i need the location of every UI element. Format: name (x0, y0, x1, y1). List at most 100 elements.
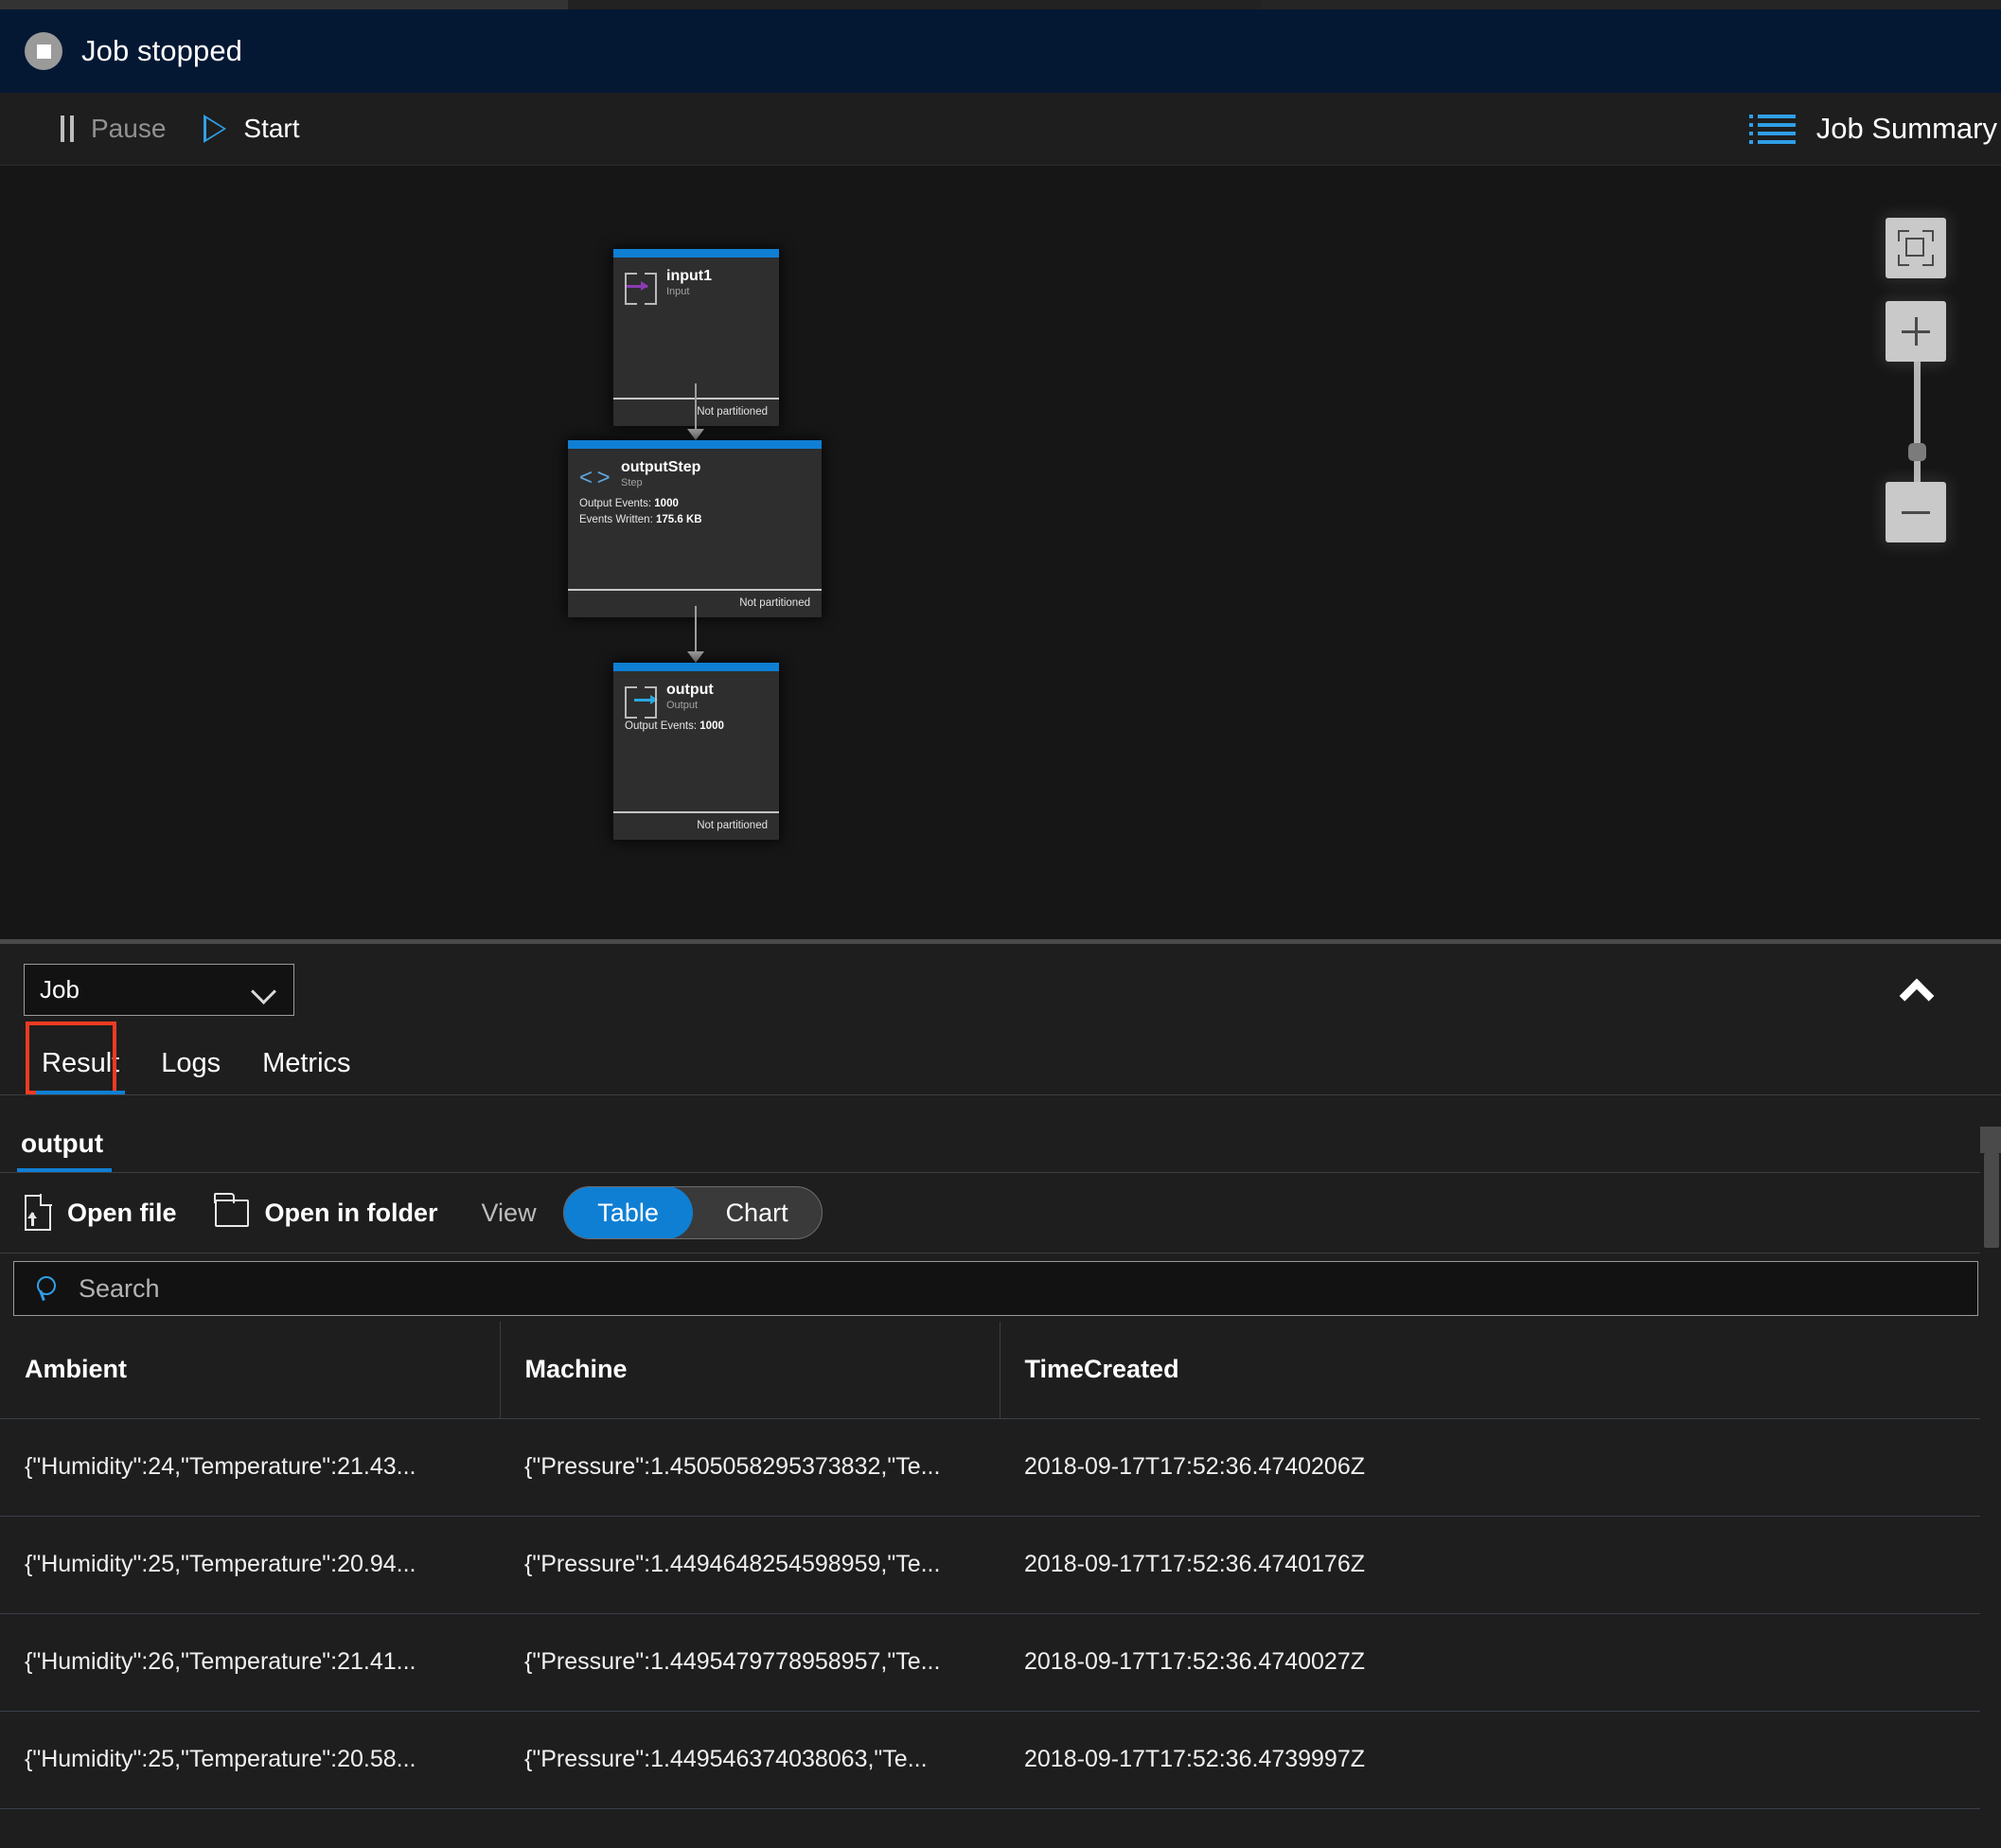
fit-to-screen-icon[interactable] (1886, 218, 1946, 278)
cell-ambient: {"Humidity":26,"Temperature":21.41... (0, 1613, 500, 1712)
app-root: Job stopped Pause Start Job Summary inpu… (0, 0, 2001, 1848)
node-title: input1 (666, 268, 712, 284)
node-stat-row: Output Events: 1000 (579, 496, 810, 512)
tab-logs[interactable]: Logs (140, 1048, 241, 1095)
job-status-banner: Job stopped (0, 9, 2001, 93)
cell-ambient: {"Humidity":24,"Temperature":21.43... (0, 1418, 500, 1517)
scope-select[interactable]: Job (24, 964, 294, 1016)
open-file-label: Open file (67, 1198, 177, 1227)
bottom-panel: Job Result Logs Metrics output Open file… (0, 944, 2001, 1848)
view-mode-table[interactable]: Table (563, 1187, 693, 1238)
node-subtitle: Input (666, 285, 690, 297)
scrollbar-thumb[interactable] (1984, 1153, 1999, 1248)
tab-metrics[interactable]: Metrics (241, 1048, 371, 1095)
tab-metrics-label: Metrics (262, 1048, 351, 1078)
file-upload-icon (25, 1194, 52, 1231)
stop-circle-icon (25, 32, 62, 70)
job-summary-button[interactable]: Job Summary (1748, 112, 1997, 146)
column-header-ambient[interactable]: Ambient (0, 1322, 501, 1419)
output-arrow-icon (625, 686, 658, 719)
open-in-folder-label: Open in folder (264, 1198, 438, 1227)
cell-timecreated: 2018-09-17T17:52:36.4740027Z (1000, 1613, 2001, 1712)
table-header-row: Ambient Machine TimeCreated (0, 1322, 2001, 1419)
start-button-label: Start (243, 114, 300, 143)
chevron-down-icon (251, 979, 276, 1004)
search-box[interactable] (13, 1261, 1978, 1316)
result-table-body: {"Humidity":24,"Temperature":21.43... {"… (0, 1418, 2001, 1809)
tab-result[interactable]: Result (21, 1022, 140, 1095)
chevron-up-icon (1899, 978, 1935, 1014)
chrome-segment-mid (568, 0, 1262, 9)
cell-machine: {"Pressure":1.4494648254598959,"Te... (500, 1516, 1000, 1614)
cell-machine: {"Pressure":1.4495479778958957,"Te... (500, 1613, 1000, 1712)
collapse-panel-button[interactable] (1897, 972, 1948, 1014)
table-row[interactable]: {"Humidity":26,"Temperature":21.41... {"… (0, 1613, 2001, 1712)
open-file-button[interactable]: Open file (25, 1194, 177, 1231)
node-stat-key: Output Events: (625, 720, 698, 732)
scope-select-value: Job (40, 975, 80, 1004)
result-vertical-scrollbar[interactable] (1980, 1153, 2001, 1848)
tab-logs-label: Logs (161, 1048, 221, 1078)
table-row[interactable]: {"Humidity":25,"Temperature":20.58... {"… (0, 1711, 2001, 1809)
diagram-node-outputStep[interactable]: < > outputStep Step Output Events: 1000 … (568, 440, 822, 617)
folder-icon (214, 1192, 249, 1227)
chrome-segment-right (1262, 0, 2001, 9)
node-stat-value: 1000 (699, 720, 724, 732)
node-stat-value: 175.6 KB (655, 513, 702, 525)
play-icon (204, 115, 227, 143)
column-header-timecreated[interactable]: TimeCreated (1000, 1322, 2001, 1419)
node-body: < > outputStep Step Output Events: 1000 … (568, 449, 822, 589)
cell-timecreated: 2018-09-17T17:52:36.4739997Z (1000, 1711, 2001, 1809)
zoom-slider[interactable] (1886, 301, 1946, 542)
output-subtab-bar: output (0, 1095, 2001, 1173)
cell-timecreated: 2018-09-17T17:52:36.4740206Z (1000, 1418, 2001, 1517)
tab-result-label: Result (42, 1048, 120, 1078)
node-accent-bar (568, 440, 822, 449)
node-title-group: outputStep Step (621, 459, 701, 489)
zoom-control-gap (1886, 278, 1946, 301)
node-stat-row: Output Events: 1000 (625, 719, 768, 735)
search-input[interactable] (79, 1273, 1977, 1304)
node-subtitle: Output (666, 699, 699, 711)
diagram-edge-1-arrow (687, 429, 704, 440)
node-header: < > outputStep Step (579, 459, 810, 492)
job-status-label: Job stopped (81, 34, 243, 67)
cell-ambient: {"Humidity":25,"Temperature":20.58... (0, 1711, 500, 1809)
node-body: input1 Input (613, 258, 779, 398)
node-stat-value: 1000 (654, 498, 679, 509)
node-title-group: input1 Input (666, 268, 712, 297)
cell-machine: {"Pressure":1.4505058295373832,"Te... (500, 1418, 1000, 1517)
node-stat-row: Events Written: 175.6 KB (579, 512, 810, 528)
result-action-bar: Open file Open in folder View Table Char… (0, 1173, 2001, 1253)
plus-icon[interactable] (1886, 301, 1946, 362)
table-row[interactable]: {"Humidity":25,"Temperature":20.94... {"… (0, 1516, 2001, 1614)
diagram-edge-1 (695, 383, 697, 433)
minus-icon[interactable] (1886, 482, 1946, 542)
output-subtab[interactable]: output (16, 1128, 113, 1173)
node-title: output (666, 682, 714, 698)
node-title: outputStep (621, 459, 701, 475)
view-mode-chart[interactable]: Chart (693, 1187, 822, 1238)
view-label: View (481, 1198, 537, 1227)
open-in-folder-button[interactable]: Open in folder (214, 1192, 438, 1228)
node-header: output Output (625, 682, 768, 719)
node-subtitle: Step (621, 476, 643, 489)
scrollbar-corner (1980, 1127, 2001, 1153)
chrome-segment-left (0, 0, 568, 9)
code-brackets-icon: < > (579, 465, 611, 490)
start-button[interactable]: Start (185, 93, 318, 165)
input-arrow-icon (625, 273, 657, 305)
view-mode-toggle: Table Chart (562, 1186, 823, 1239)
node-partition-label: Not partitioned (613, 811, 779, 840)
cell-ambient: {"Humidity":25,"Temperature":20.94... (0, 1516, 500, 1614)
column-header-machine[interactable]: Machine (500, 1322, 1000, 1419)
zoom-slider-thumb[interactable] (1908, 443, 1926, 461)
table-row[interactable]: {"Humidity":24,"Temperature":21.43... {"… (0, 1418, 2001, 1517)
pause-button[interactable]: Pause (42, 93, 185, 165)
diagram-node-output[interactable]: output Output Output Events: 1000 Not pa… (613, 663, 779, 840)
result-table: Ambient Machine TimeCreated {"Humidity":… (0, 1322, 2001, 1809)
job-diagram-canvas[interactable]: input1 Input Not partitioned < > outputS… (0, 166, 2001, 939)
result-table-head: Ambient Machine TimeCreated (0, 1322, 2001, 1419)
node-accent-bar (613, 249, 779, 258)
pause-icon (61, 116, 74, 142)
